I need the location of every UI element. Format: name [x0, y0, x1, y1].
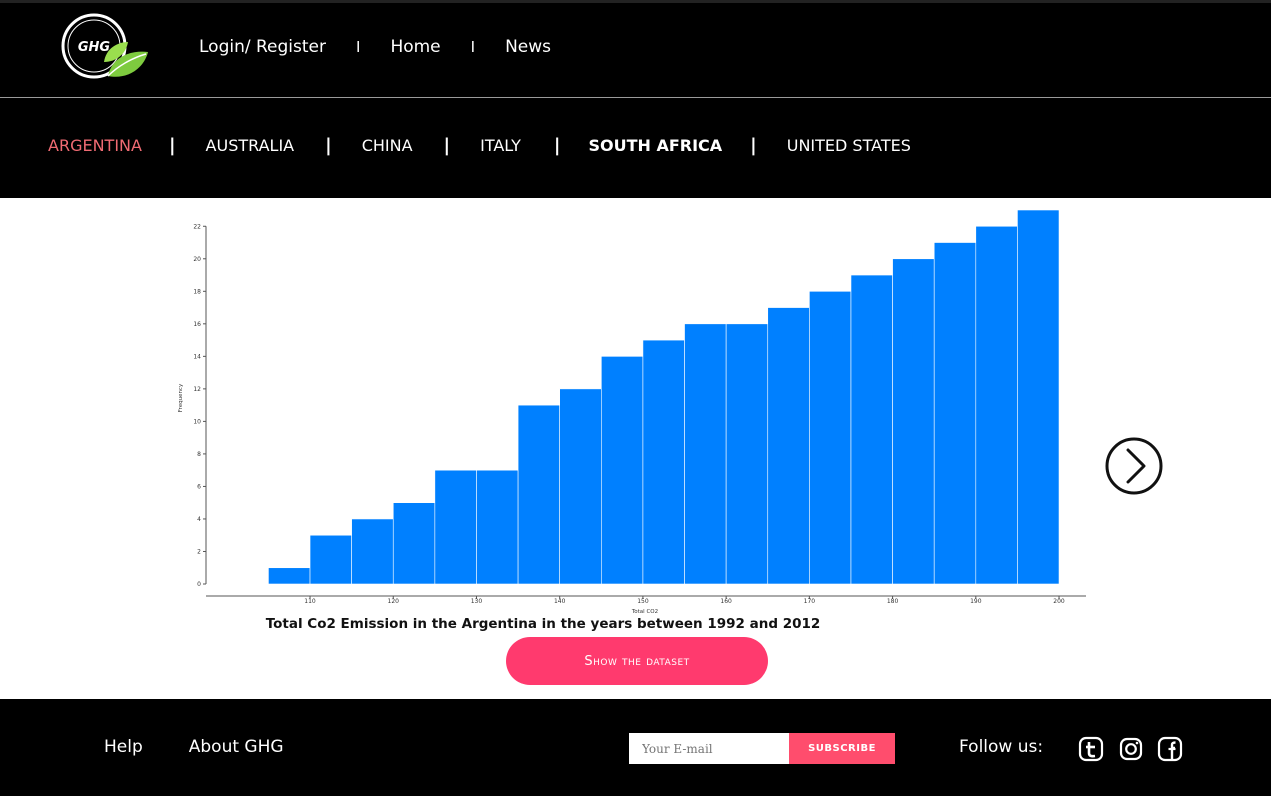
- tab-australia[interactable]: AUSTRALIA: [206, 136, 295, 155]
- x-tick-label: 150: [637, 598, 649, 605]
- tab-italy[interactable]: ITALY: [480, 136, 521, 155]
- y-tick-label: 16: [193, 321, 201, 328]
- histogram-bar: [434, 469, 477, 585]
- histogram-bar: [268, 567, 311, 585]
- x-tick-label: 120: [388, 598, 400, 605]
- histogram-bar: [684, 323, 727, 585]
- y-tick-label: 18: [193, 288, 201, 295]
- top-navbar: GHG Login/ Register I Home I News: [0, 0, 1271, 97]
- home-link[interactable]: Home: [390, 37, 440, 57]
- subscribe-button[interactable]: SUBSCRIBE: [789, 733, 895, 764]
- histogram-bar: [933, 242, 977, 585]
- y-tick-label: 12: [193, 386, 201, 393]
- x-tick-label: 140: [554, 598, 566, 605]
- histogram-bar: [892, 258, 935, 585]
- login-register-link[interactable]: Login/ Register: [199, 37, 326, 57]
- x-tick-label: 170: [804, 598, 816, 605]
- about-ghg-link[interactable]: About GHG: [189, 737, 284, 757]
- histogram-bar: [309, 534, 352, 585]
- instagram-icon[interactable]: [1118, 736, 1144, 762]
- y-tick-label: 22: [193, 223, 201, 230]
- email-field[interactable]: [629, 733, 789, 764]
- country-separator: |: [168, 135, 176, 156]
- histogram-bar: [767, 307, 810, 585]
- histogram-bar: [601, 356, 644, 585]
- ghg-logo[interactable]: GHG: [56, 12, 150, 82]
- tab-china[interactable]: CHINA: [362, 136, 413, 155]
- histogram-bar: [642, 339, 685, 585]
- histogram-bar: [559, 388, 602, 585]
- histogram-bar: [517, 404, 560, 585]
- news-link[interactable]: News: [505, 37, 551, 57]
- chart-caption: Total Co2 Emission in the Argentina in t…: [265, 616, 821, 632]
- histogram-bar: [809, 291, 852, 585]
- x-axis-label: Total CO2: [631, 609, 658, 615]
- tab-south-africa[interactable]: SOUTH AFRICA: [588, 136, 722, 155]
- y-tick-label: 20: [193, 256, 201, 263]
- top-nav: Login/ Register I Home I News: [199, 37, 551, 57]
- country-bar: ARGENTINA | AUSTRALIA | CHINA | ITALY | …: [0, 98, 1271, 198]
- histogram-bar: [392, 502, 436, 585]
- country-separator: |: [553, 135, 561, 156]
- svg-text:GHG: GHG: [78, 40, 111, 55]
- tumblr-icon[interactable]: [1078, 736, 1104, 762]
- y-tick-label: 2: [197, 548, 201, 555]
- country-tabs: ARGENTINA | AUSTRALIA | CHINA | ITALY | …: [48, 135, 911, 156]
- show-dataset-button[interactable]: Show the dataset: [506, 637, 768, 685]
- follow-us-label: Follow us:: [959, 737, 1044, 757]
- histogram-bar: [850, 274, 893, 585]
- histogram-bar: [351, 518, 394, 585]
- y-tick-label: 14: [193, 353, 201, 360]
- x-tick-label: 110: [304, 598, 316, 605]
- next-arrow-icon[interactable]: [1104, 436, 1164, 496]
- tab-united-states[interactable]: UNITED STATES: [787, 136, 911, 155]
- histogram-bar: [725, 323, 769, 585]
- help-link[interactable]: Help: [104, 737, 143, 757]
- facebook-icon[interactable]: [1157, 736, 1183, 762]
- y-axis-label: Frequency: [178, 383, 184, 412]
- country-separator: |: [325, 135, 332, 156]
- x-tick-label: 180: [887, 598, 899, 605]
- country-separator: |: [750, 135, 757, 156]
- y-tick-label: 6: [197, 483, 201, 490]
- x-tick-label: 190: [970, 598, 982, 605]
- y-tick-label: 10: [193, 418, 201, 425]
- y-tick-label: 8: [197, 451, 201, 458]
- x-tick-label: 160: [720, 598, 732, 605]
- footer-links: Help About GHG: [104, 737, 330, 757]
- nav-separator: I: [470, 38, 476, 56]
- histogram-bar: [476, 469, 519, 585]
- country-separator: |: [443, 135, 451, 156]
- histogram-bar: [975, 225, 1018, 585]
- footer: Help About GHG SUBSCRIBE Follow us:: [0, 699, 1271, 796]
- x-tick-label: 200: [1053, 598, 1065, 605]
- tab-argentina[interactable]: ARGENTINA: [48, 136, 142, 155]
- x-tick-label: 130: [471, 598, 483, 605]
- y-tick-label: 4: [197, 516, 201, 523]
- histogram-bar: [1017, 209, 1060, 585]
- y-tick-label: 0: [197, 581, 201, 588]
- co2-histogram-chart: 0 2 4 6 8 10 12 14 16 18 20 22 110 120 130 140 150 160 170…: [178, 209, 1086, 615]
- nav-separator: I: [356, 38, 361, 56]
